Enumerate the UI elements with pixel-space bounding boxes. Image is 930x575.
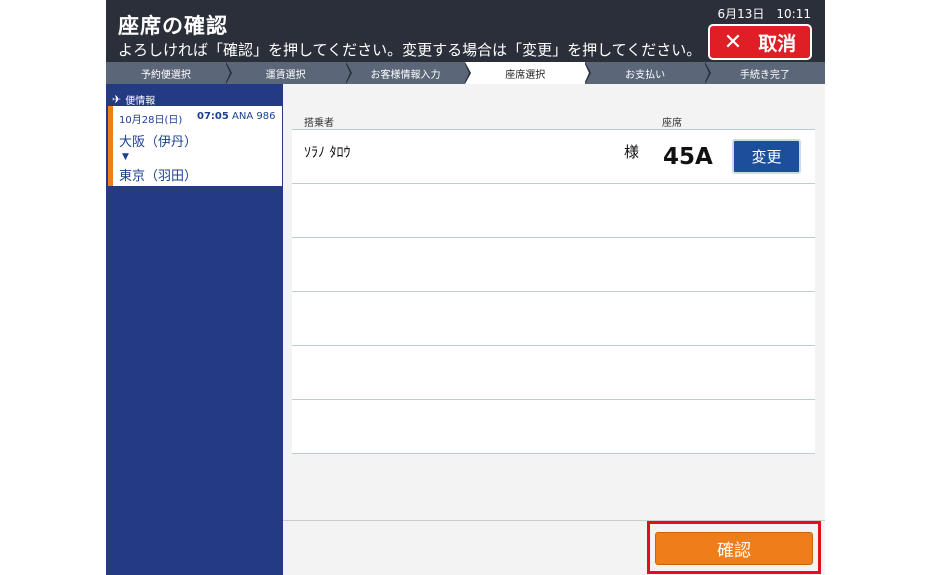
step-payment: お支払い	[585, 62, 711, 84]
step-label: 座席選択	[505, 69, 546, 81]
confirm-highlight: 確認	[647, 521, 821, 574]
seat-confirmation-panel: 搭乗者 座席 ｿﾗﾉ ﾀﾛｳ 様 45A 変更	[283, 84, 825, 520]
change-seat-button[interactable]: 変更	[732, 139, 801, 174]
col-passenger: 搭乗者	[304, 118, 334, 129]
passenger-name: ｿﾗﾉ ﾀﾛｳ	[304, 145, 351, 161]
table-header: 搭乗者 座席	[292, 102, 815, 130]
table-row	[292, 346, 815, 400]
table-row: ｿﾗﾉ ﾀﾛｳ 様 45A 変更	[292, 130, 815, 184]
flight-date: 10月28日(日)	[119, 115, 183, 126]
progress-steps: 予約便選択 運賃選択 お客様情報入力 座席選択 お支払い 手続き完了	[106, 62, 825, 84]
close-icon: ✕	[723, 29, 743, 55]
step-label: お客様情報入力	[370, 69, 441, 81]
step-seat-selection: 座席選択	[465, 62, 592, 84]
arrow-down-icon: ▼	[122, 152, 129, 162]
step-label: お支払い	[625, 69, 666, 81]
honorific: 様	[624, 143, 640, 161]
step-reservation: 予約便選択	[106, 62, 232, 84]
step-complete: 手続き完了	[705, 62, 825, 84]
step-label: 運賃選択	[265, 69, 306, 81]
departure-airport: 大阪（伊丹）	[119, 135, 198, 150]
step-fare: 運賃選択	[226, 62, 352, 84]
flight-card: 10月28日(日) 07:05 ANA 986 大阪（伊丹） ▼ 東京（羽田）	[108, 106, 282, 186]
seat-number: 45A	[663, 144, 713, 170]
table-row	[292, 400, 815, 454]
step-label: 手続き完了	[739, 69, 790, 81]
arrival-airport: 東京（羽田）	[119, 169, 198, 184]
step-label: 予約便選択	[140, 69, 191, 81]
flight-time: 07:05 ANA 986	[197, 111, 276, 122]
table-row	[292, 292, 815, 346]
passenger-seat-table: 搭乗者 座席 ｿﾗﾉ ﾀﾛｳ 様 45A 変更	[292, 102, 815, 454]
instruction-text: よろしければ「確認」を押してください。変更する場合は「変更」を押してください。	[118, 41, 702, 59]
col-seat: 座席	[662, 118, 682, 129]
table-row	[292, 238, 815, 292]
kiosk-screen: 座席の確認 よろしければ「確認」を押してください。変更する場合は「変更」を押して…	[106, 0, 825, 575]
flight-info-heading: ✈ 便情報	[112, 93, 156, 107]
cancel-button[interactable]: ✕ 取消	[708, 24, 812, 60]
header-bar: 座席の確認 よろしければ「確認」を押してください。変更する場合は「変更」を押して…	[106, 0, 825, 62]
confirm-button[interactable]: 確認	[655, 532, 813, 565]
clock: 6月13日 10:11	[717, 7, 812, 21]
sidebar: ✈ 便情報 10月28日(日) 07:05 ANA 986 大阪（伊丹） ▼ 東…	[106, 84, 283, 575]
page-title: 座席の確認	[118, 14, 228, 38]
footer-bar: 確認	[283, 520, 825, 575]
cancel-label: 取消	[758, 32, 797, 55]
table-row	[292, 184, 815, 238]
step-customer-info: お客様情報入力	[346, 62, 472, 84]
airplane-icon: ✈	[112, 93, 122, 106]
